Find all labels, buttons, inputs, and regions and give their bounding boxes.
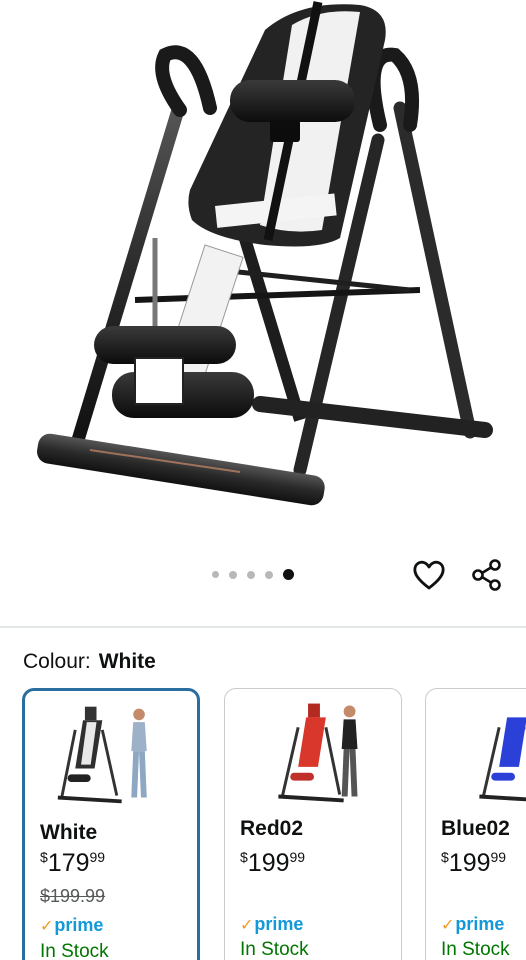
prime-label: prime: [455, 914, 505, 934]
carousel-dot-active[interactable]: [283, 569, 294, 580]
variant-card-white[interactable]: White $17999 $199.99 ✓prime In Stock: [22, 688, 200, 960]
prime-check-icon: ✓: [40, 918, 54, 935]
colour-label: Colour:: [23, 650, 91, 673]
price-whole: 199: [247, 849, 290, 877]
price-cents: 99: [89, 849, 106, 865]
prime-check-icon: ✓: [240, 917, 254, 934]
colour-variant-list: White $17999 $199.99 ✓prime In Stock Red…: [22, 688, 526, 960]
currency-symbol: $: [40, 849, 48, 865]
prime-badge: ✓prime: [40, 915, 103, 936]
variant-thumbnail: [278, 703, 358, 803]
product-image[interactable]: [0, 0, 526, 540]
variant-name: White: [40, 821, 98, 844]
share-icon: [472, 559, 501, 591]
carousel-dot[interactable]: [229, 570, 237, 579]
variant-price: $17999: [40, 849, 105, 878]
stock-status: In Stock: [40, 941, 109, 960]
wishlist-button[interactable]: [412, 559, 446, 591]
stock-status: In Stock: [441, 939, 510, 960]
inversion-table-illustration: [37, 1, 493, 506]
selected-colour-value: White: [98, 650, 156, 673]
variant-price: $19999: [240, 849, 305, 878]
variant-name: Red02: [240, 817, 304, 840]
share-button[interactable]: [470, 558, 504, 592]
prime-label: prime: [254, 914, 304, 934]
price-cents: 99: [490, 849, 507, 865]
carousel-dot[interactable]: [265, 570, 273, 579]
prime-label: prime: [54, 915, 104, 935]
image-carousel-dots[interactable]: [212, 569, 294, 580]
carousel-dot[interactable]: [247, 570, 255, 579]
colour-selection-label: Colour: White: [23, 650, 156, 674]
variant-list-price: $199.99: [40, 886, 106, 906]
variant-thumbnail: [57, 706, 147, 804]
stock-status: In Stock: [240, 939, 309, 960]
carousel-dot[interactable]: [212, 571, 219, 578]
heart-icon: [413, 560, 445, 590]
currency-symbol: $: [441, 849, 449, 865]
price-whole: 179: [47, 849, 90, 877]
prime-check-icon: ✓: [441, 917, 455, 934]
prime-badge: ✓prime: [441, 914, 504, 935]
variant-price: $19999: [441, 849, 506, 878]
variant-thumbnail: [479, 717, 526, 802]
variant-name: Blue02: [441, 817, 510, 840]
variant-card-red02[interactable]: Red02 $19999 ✓prime In Stock: [224, 688, 402, 960]
section-divider: [0, 626, 526, 628]
variant-card-blue02[interactable]: Blue02 $19999 ✓prime In Stock: [425, 688, 526, 960]
price-cents: 99: [289, 849, 306, 865]
currency-symbol: $: [240, 849, 248, 865]
prime-badge: ✓prime: [240, 914, 303, 935]
price-whole: 199: [448, 849, 491, 877]
